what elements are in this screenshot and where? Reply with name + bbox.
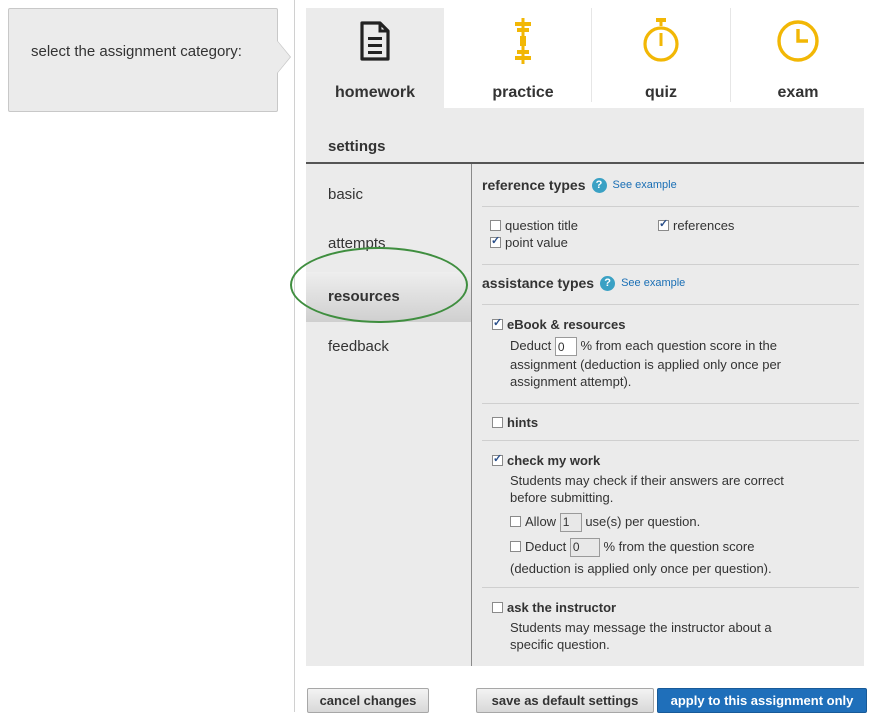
category-label: quiz (645, 84, 677, 101)
divider (482, 264, 859, 265)
check-deduct-checkbox[interactable] (510, 540, 521, 552)
option-label: check my work (507, 453, 601, 468)
hints-checkbox[interactable] (492, 417, 503, 428)
category-label: exam (777, 84, 819, 101)
vertical-divider (294, 0, 295, 712)
option-point-value[interactable]: point value (490, 234, 568, 250)
document-icon (306, 18, 444, 64)
option-label: hints (507, 415, 539, 430)
check-deduct-input[interactable]: 0 (569, 538, 600, 557)
category-tab-practice[interactable]: practice (455, 8, 591, 108)
section-title: reference types (482, 177, 586, 193)
ask-instructor-checkbox[interactable] (492, 602, 503, 613)
ebook-deduct-input[interactable]: 0 (554, 337, 577, 357)
settings-nav-basic[interactable]: basic (328, 186, 363, 203)
resources-settings: reference types ? See example question t… (472, 164, 862, 664)
check-my-work-option[interactable]: check my work (492, 452, 601, 468)
ebook-option[interactable]: eBook & resources (492, 316, 626, 332)
references-checkbox[interactable] (658, 217, 669, 231)
apply-assignment-button[interactable]: apply to this assignment only (657, 688, 867, 713)
question-title-checkbox[interactable] (490, 220, 501, 231)
prompt-text: select the assignment category: (31, 43, 242, 60)
see-example-link[interactable]: See example (613, 179, 677, 191)
option-references[interactable]: references (658, 217, 735, 233)
check-my-work-checkbox[interactable] (492, 452, 503, 466)
assistance-types-heading: assistance types ? See example (482, 275, 685, 291)
reference-types-heading: reference types ? See example (482, 177, 677, 193)
deduct-prefix: Deduct (510, 338, 552, 353)
category-prompt: select the assignment category: (8, 8, 278, 112)
allow-suffix: use(s) per question. (585, 513, 701, 529)
category-label: homework (334, 84, 415, 101)
settings-title: settings (328, 138, 386, 155)
allow-uses-input[interactable]: 1 (559, 513, 582, 532)
section-title: assistance types (482, 275, 595, 291)
help-icon[interactable]: ? (591, 177, 607, 193)
option-question-title[interactable]: question title (490, 218, 578, 233)
ebook-checkbox[interactable] (492, 316, 503, 330)
category-tab-exam[interactable]: exam (731, 8, 865, 108)
cancel-changes-button[interactable]: cancel changes (307, 688, 429, 713)
divider (482, 403, 859, 404)
check-deduct-note: (deduction is applied only once per ques… (510, 561, 772, 576)
deduct-suffix: % from each question score in the assign… (510, 338, 782, 390)
see-example-link[interactable]: See example (621, 277, 685, 289)
allow-uses-checkbox[interactable] (510, 515, 521, 527)
option-label: question title (505, 218, 578, 233)
divider (482, 587, 859, 588)
divider (482, 304, 859, 305)
divider (482, 206, 859, 207)
deduct-prefix: Deduct (525, 538, 567, 554)
point-value-checkbox[interactable] (490, 234, 501, 248)
deduct-suffix: % from the question score (603, 538, 755, 554)
option-label: eBook & resources (507, 317, 626, 332)
barbell-icon (455, 18, 591, 64)
save-default-button[interactable]: save as default settings (476, 688, 654, 713)
allow-prefix: Allow (525, 513, 557, 529)
option-label: references (673, 218, 735, 233)
settings-nav-feedback[interactable]: feedback (328, 338, 389, 355)
option-label: point value (505, 235, 568, 250)
hints-option[interactable]: hints (492, 415, 538, 430)
ask-instructor-option[interactable]: ask the instructor (492, 600, 616, 615)
stopwatch-icon (592, 18, 730, 64)
highlight-ring (290, 247, 468, 323)
prompt-arrow-fill (277, 41, 290, 73)
ebook-deduct-text: Deduct 0 % from each question score in t… (510, 337, 810, 390)
option-label: ask the instructor (507, 600, 617, 615)
check-deduct-option[interactable]: Deduct 0 % from the question score (510, 538, 754, 557)
category-tab-homework[interactable]: homework (306, 8, 444, 108)
clock-icon (731, 18, 865, 64)
divider (482, 440, 859, 441)
ask-instructor-description: Students may message the instructor abou… (510, 620, 772, 652)
category-tab-quiz[interactable]: quiz (592, 8, 730, 108)
allow-uses-option[interactable]: Allow 1 use(s) per question. (510, 513, 700, 532)
category-label: practice (492, 84, 554, 101)
help-icon[interactable]: ? (600, 275, 616, 291)
check-my-work-description: Students may check if their answers are … (510, 473, 784, 505)
